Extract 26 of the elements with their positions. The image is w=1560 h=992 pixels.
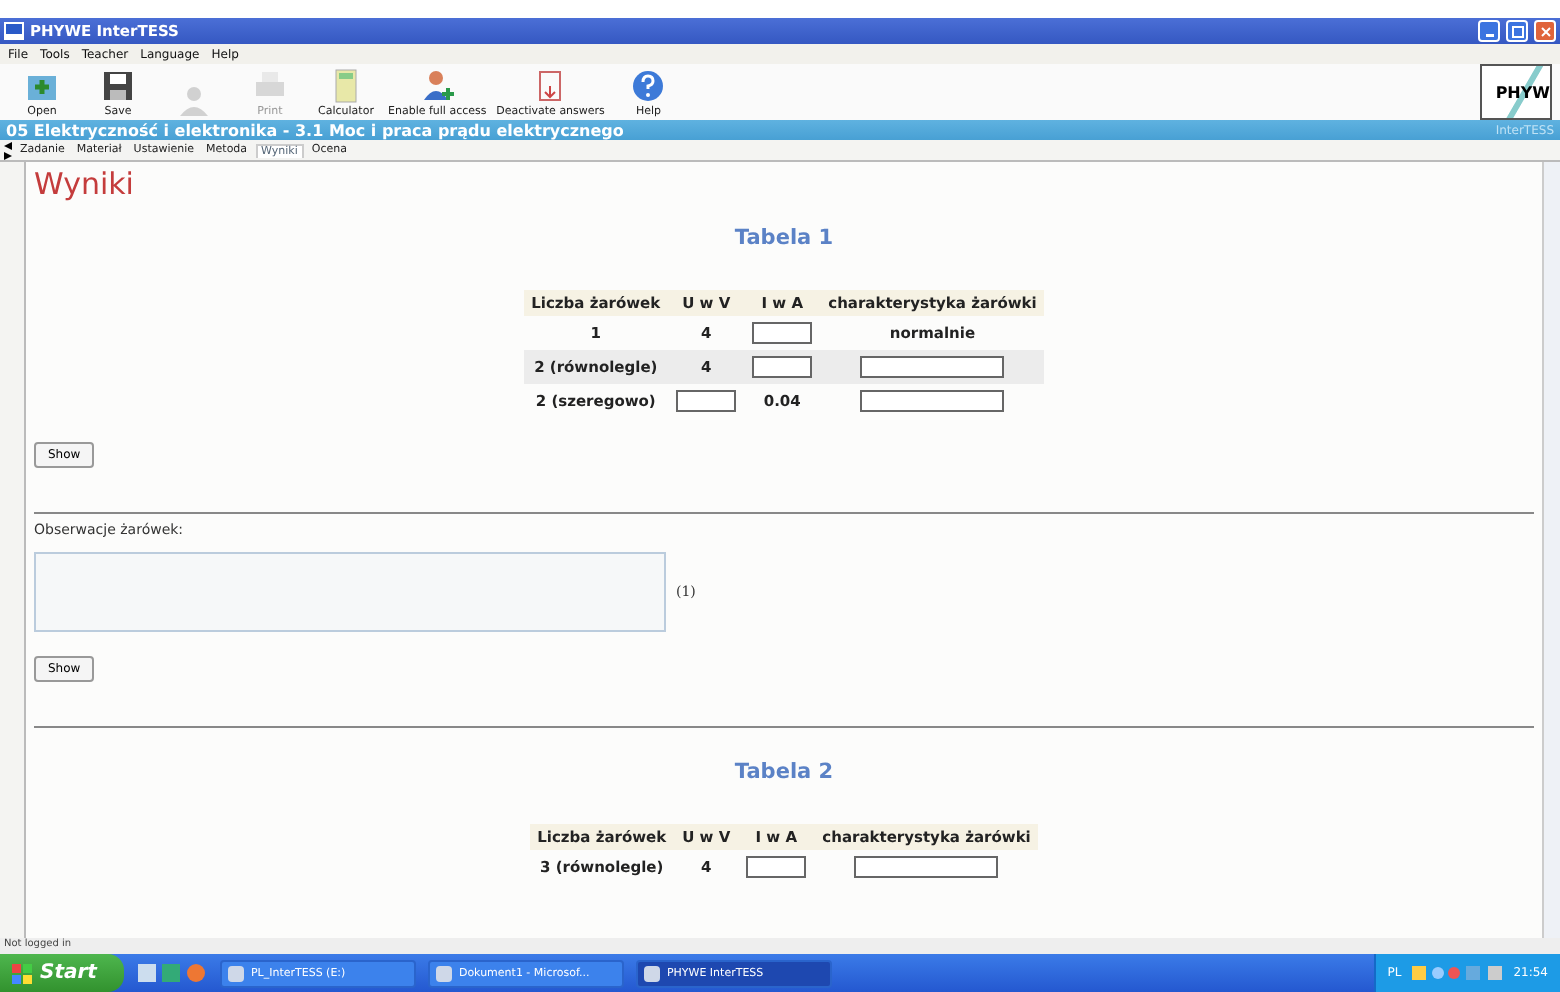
table-title: Tabela 1: [734, 226, 834, 250]
app-icon: [228, 965, 245, 981]
input-field[interactable]: [676, 390, 737, 412]
minimize-button[interactable]: [1478, 20, 1500, 42]
input-field[interactable]: [752, 322, 813, 344]
table-title: Tabela 2: [734, 760, 834, 784]
windows-logo-icon: [12, 963, 32, 983]
exercise-title: 05 Elektryczność i elektronika - 3.1 Moc i praca prądu elektrycznego: [6, 121, 624, 139]
app-icon: [644, 965, 661, 981]
input-field[interactable]: [860, 390, 1005, 412]
scrollbar[interactable]: [1542, 162, 1560, 938]
close-icon: [1539, 25, 1551, 37]
user-icon: [174, 82, 214, 118]
quick-launch-icons-drawing[interactable]: [136, 962, 209, 984]
app-icon: [436, 965, 453, 981]
input-field[interactable]: [854, 856, 999, 878]
logo: PHYW: [1480, 64, 1552, 120]
input-field[interactable]: [752, 356, 813, 378]
input-field[interactable]: [746, 856, 807, 878]
close-button[interactable]: [1534, 20, 1556, 42]
input-field[interactable]: [860, 356, 1005, 378]
maximize-icon: [1511, 25, 1523, 37]
maximize-button[interactable]: [1506, 20, 1528, 42]
page-heading: Wyniki: [34, 166, 134, 202]
tab-scroll-arrows-icon[interactable]: [4, 141, 12, 159]
app-icon: [4, 22, 24, 40]
